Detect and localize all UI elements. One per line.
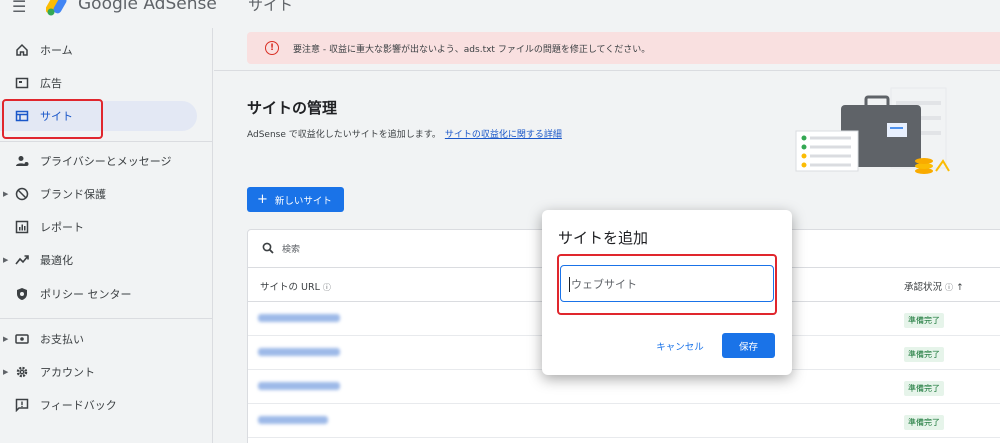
warning-icon: !: [265, 41, 279, 55]
sidebar-item-feedback[interactable]: フィードバック: [0, 390, 200, 420]
highlight-box: [557, 254, 777, 315]
help-icon[interactable]: ⓘ: [323, 283, 331, 292]
sidebar-item-label: ブランド保護: [40, 188, 106, 201]
help-icon[interactable]: ⓘ: [945, 283, 953, 292]
sort-arrow-icon[interactable]: ↑: [956, 283, 964, 293]
sidebar-item-ads[interactable]: 広告: [0, 68, 200, 98]
trend-icon: [14, 252, 30, 268]
status-badge: 準備完了: [904, 415, 944, 430]
alert-text: 要注意 - 収益に重大な影響が出ないよう、ads.txt ファイルの問題を修正し…: [293, 44, 651, 55]
site-url-blurred[interactable]: [258, 382, 340, 390]
shield-icon: [14, 286, 30, 302]
sidebar-item-payments[interactable]: ▶ お支払い: [0, 324, 200, 354]
column-header-url[interactable]: サイトの URL ⓘ: [260, 279, 331, 293]
sidebar-item-label: プライバシーとメッセージ: [40, 155, 172, 168]
sidebar-item-brand-protection[interactable]: ▶ ブランド保護: [0, 179, 200, 209]
cancel-button[interactable]: キャンセル: [649, 334, 711, 358]
dialog-title: サイトを追加: [558, 229, 649, 247]
expand-caret-icon: ▶: [3, 335, 9, 343]
status-badge: 準備完了: [904, 347, 944, 362]
sidebar-item-home[interactable]: ホーム: [0, 35, 200, 65]
sidebar-item-label: 広告: [40, 77, 62, 90]
header-divider: [214, 70, 1000, 71]
ads-icon: [14, 75, 30, 91]
description-text: AdSense で収益化したいサイトを追加します。: [247, 130, 441, 140]
privacy-icon: [14, 153, 30, 169]
sidebar-item-privacy[interactable]: プライバシーとメッセージ: [0, 146, 200, 176]
new-site-button[interactable]: + 新しいサイト: [247, 187, 344, 212]
page-title: サイト: [248, 0, 294, 14]
top-app-bar: ☰ Google AdSense サイト: [0, 0, 1000, 28]
report-icon: [14, 219, 30, 235]
sidebar-divider: [0, 141, 213, 142]
column-header-url-text: サイトの URL: [260, 282, 320, 293]
section-description: AdSense で収益化したいサイトを追加します。 サイトの収益化に関する詳細: [247, 127, 562, 140]
new-site-label: 新しいサイト: [274, 195, 332, 207]
status-badge: 準備完了: [904, 381, 944, 396]
sidebar-item-label: アカウント: [40, 366, 95, 379]
highlight-box: [2, 99, 103, 139]
column-header-status-text: 承認状況: [904, 282, 943, 293]
sidebar-item-label: フィードバック: [40, 399, 117, 412]
sidebar-item-label: ホーム: [40, 44, 73, 57]
feedback-icon: [14, 397, 30, 413]
block-icon: [14, 186, 30, 202]
sidebar-item-account[interactable]: ▶ アカウント: [0, 357, 200, 387]
status-badge: 準備完了: [904, 313, 944, 328]
hamburger-icon[interactable]: ☰: [12, 0, 26, 16]
sidebar-item-optimization[interactable]: ▶ 最適化: [0, 245, 200, 275]
sidebar-item-label: レポート: [40, 221, 84, 234]
site-url-blurred[interactable]: [258, 314, 340, 322]
search-icon: [262, 242, 274, 254]
learn-more-link[interactable]: サイトの収益化に関する詳細: [445, 130, 562, 140]
sidebar-divider: [0, 318, 213, 319]
sidebar-item-label: 最適化: [40, 254, 73, 267]
table-row[interactable]: 準備完了: [248, 370, 1000, 404]
site-url-blurred[interactable]: [258, 416, 328, 424]
expand-caret-icon: ▶: [3, 368, 9, 376]
column-header-status[interactable]: 承認状況 ⓘ ↑: [904, 279, 964, 293]
sidebar-item-policy-center[interactable]: ポリシー センター: [0, 279, 200, 309]
sidebar-item-label: ポリシー センター: [40, 288, 132, 301]
site-url-blurred[interactable]: [258, 348, 340, 356]
payments-icon: [14, 331, 30, 347]
ads-txt-alert: ! 要注意 - 収益に重大な影響が出ないよう、ads.txt ファイルの問題を修…: [247, 32, 1000, 64]
search-label: 検索: [282, 245, 301, 255]
sidebar: ホーム 広告 サイト プライバシーとメッセージ ▶ ブランド保護 レポート ▶ …: [0, 28, 213, 443]
gear-icon: [14, 364, 30, 380]
adsense-logo: [46, 0, 67, 16]
save-button[interactable]: 保存: [722, 333, 775, 358]
sidebar-item-label: お支払い: [40, 333, 84, 346]
sidebar-item-reports[interactable]: レポート: [0, 212, 200, 242]
section-title: サイトの管理: [247, 99, 338, 117]
sites-illustration: [795, 87, 950, 174]
home-icon: [14, 42, 30, 58]
expand-caret-icon: ▶: [3, 190, 9, 198]
plus-icon: +: [257, 192, 268, 207]
table-row[interactable]: 準備完了: [248, 404, 1000, 438]
expand-caret-icon: ▶: [3, 256, 9, 264]
brand-name: Google AdSense: [78, 0, 217, 14]
